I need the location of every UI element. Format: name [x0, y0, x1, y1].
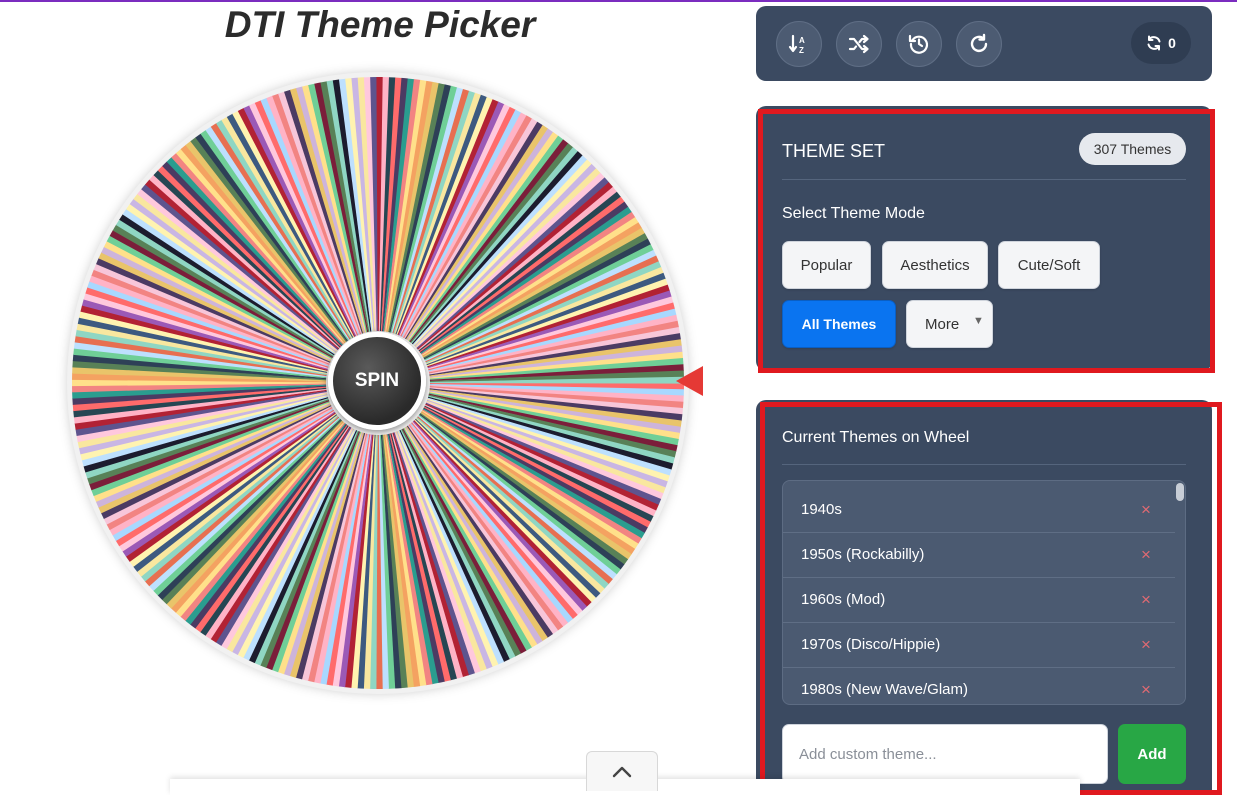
top-accent-line [0, 0, 1237, 2]
more-label: More [925, 315, 960, 333]
theme-set-panel: THEME SET 307 Themes Select Theme Mode P… [756, 106, 1212, 371]
history-icon [908, 34, 929, 54]
mode-all-themes-button[interactable]: All Themes [782, 300, 896, 348]
spin-button[interactable]: SPIN [328, 332, 426, 430]
mode-popular-button[interactable]: Popular [782, 241, 871, 289]
divider [782, 464, 1186, 465]
history-button[interactable] [896, 21, 942, 67]
sort-alpha-icon: A Z [788, 34, 805, 55]
spin-counter: 0 [1131, 22, 1191, 64]
add-theme-button[interactable]: Add [1118, 724, 1186, 784]
reset-button[interactable] [956, 21, 1002, 67]
shuffle-button[interactable] [836, 21, 882, 67]
mode-aesthetics-button[interactable]: Aesthetics [882, 241, 988, 289]
remove-icon[interactable]: × [1141, 680, 1151, 700]
current-themes-panel: Current Themes on Wheel 1940s × 1950s (R… [756, 400, 1212, 795]
remove-icon[interactable]: × [1141, 635, 1151, 655]
shuffle-icon [848, 34, 869, 54]
mode-heading: Select Theme Mode [782, 205, 925, 222]
list-item: 1940s × [783, 488, 1175, 533]
list-item: 1950s (Rockabilly) × [783, 533, 1175, 578]
sync-icon [1147, 35, 1161, 51]
chevron-down-icon: ▼ [973, 315, 984, 327]
counter-value: 0 [1168, 35, 1176, 51]
list-scrollbar[interactable] [1175, 481, 1185, 704]
list-item: 1980s (New Wave/Glam) × [783, 668, 1175, 704]
list-item: 1970s (Disco/Hippie) × [783, 623, 1175, 668]
page-title: DTI Theme Picker [224, 4, 536, 45]
theme-set-heading: THEME SET [782, 141, 886, 161]
theme-name: 1970s (Disco/Hippie) [801, 636, 941, 653]
current-themes-heading: Current Themes on Wheel [782, 429, 970, 446]
theme-list[interactable]: 1940s × 1950s (Rockabilly) × 1960s (Mod)… [782, 480, 1186, 705]
list-item: 1960s (Mod) × [783, 578, 1175, 623]
custom-theme-input[interactable] [782, 724, 1108, 784]
theme-count-badge: 307 Themes [1079, 133, 1186, 165]
remove-icon[interactable]: × [1141, 545, 1151, 565]
remove-icon[interactable]: × [1141, 590, 1151, 610]
chevron-up-icon [612, 766, 632, 777]
drawer-toggle-button[interactable] [586, 751, 658, 791]
wheel-pointer-icon [676, 366, 703, 396]
redo-icon [970, 33, 988, 53]
mode-more-dropdown[interactable]: More ▼ [906, 300, 993, 348]
theme-name: 1960s (Mod) [801, 591, 886, 608]
theme-name: 1980s (New Wave/Glam) [801, 681, 968, 698]
svg-text:A: A [799, 36, 805, 45]
sort-button[interactable]: A Z [776, 21, 822, 67]
list-scroll-thumb[interactable] [1176, 483, 1184, 501]
theme-name: 1940s [801, 501, 842, 518]
wheel-toolbar: A Z 0 [756, 6, 1212, 81]
theme-name: 1950s (Rockabilly) [801, 546, 925, 563]
svg-text:Z: Z [799, 46, 804, 55]
mode-cute-soft-button[interactable]: Cute/Soft [998, 241, 1100, 289]
remove-icon[interactable]: × [1141, 500, 1151, 520]
divider [782, 179, 1186, 180]
